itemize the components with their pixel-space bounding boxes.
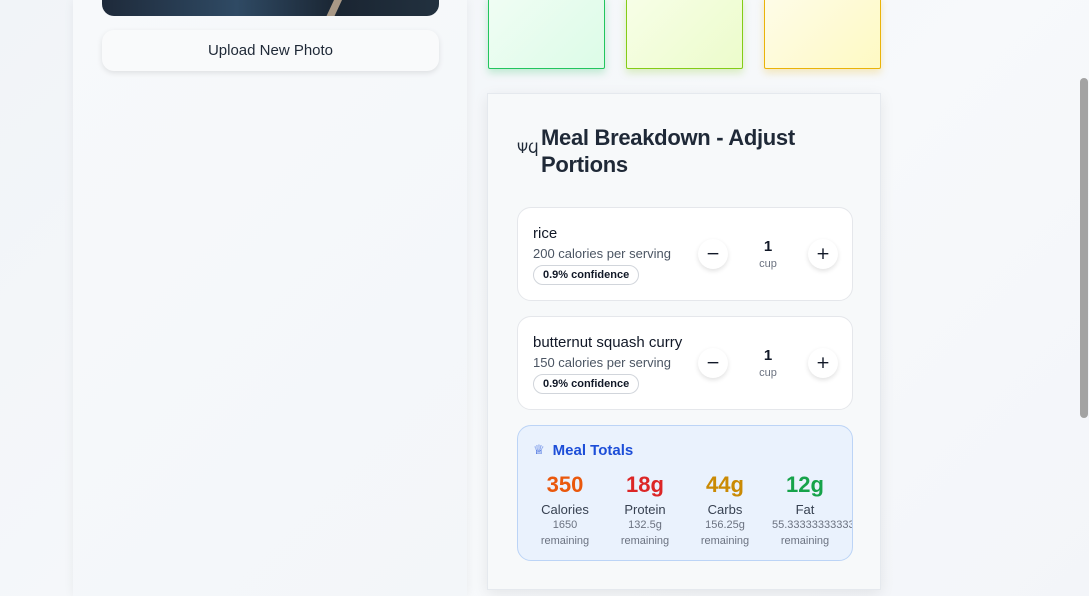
carbs-stat: 44g Carbs 156.25g remaining — [685, 472, 765, 549]
fat-label: Fat — [795, 502, 815, 517]
protein-stat: 18g Protein 132.5g remaining — [605, 472, 685, 549]
page-scrollbar[interactable] — [1079, 0, 1089, 596]
food-calories: 150 calories per serving — [533, 355, 672, 370]
calories-remaining: 1650 — [552, 519, 578, 531]
food-item-card: rice 200 calories per serving 0.9% confi… — [517, 207, 853, 301]
carbs-label: Carbs — [707, 502, 743, 517]
protein-label: Protein — [624, 502, 666, 517]
crown-icon: ♕ — [533, 443, 545, 458]
macro-card-lime — [626, 0, 743, 69]
decrease-portion-button[interactable]: − — [698, 239, 728, 269]
increase-portion-button[interactable]: + — [808, 348, 838, 378]
protein-value: 18g — [626, 472, 664, 497]
remaining-label: remaining — [620, 535, 670, 547]
scrollbar-thumb[interactable] — [1080, 78, 1088, 418]
remaining-label: remaining — [780, 535, 830, 547]
utensils-icon: ΨϤ — [517, 141, 539, 157]
carbs-value: 44g — [706, 472, 744, 497]
meal-totals-card: ♕ Meal Totals 350 Calories 1650 remainin… — [517, 425, 853, 561]
calories-value: 350 — [546, 472, 584, 497]
decrease-portion-button[interactable]: − — [698, 348, 728, 378]
food-name: rice — [533, 225, 558, 242]
portion-quantity: 1 — [763, 238, 773, 255]
food-item-card: butternut squash curry 150 calories per … — [517, 316, 853, 410]
increase-portion-button[interactable]: + — [808, 239, 838, 269]
calories-label: Calories — [541, 502, 589, 517]
macro-card-yellow — [764, 0, 881, 69]
macro-card-green — [488, 0, 605, 69]
fat-stat: 12g Fat 55.3333333333333g remaining — [765, 472, 852, 549]
confidence-badge: 0.9% confidence — [533, 265, 640, 285]
meal-title: Meal Breakdown - Adjust Portions — [541, 125, 795, 177]
fat-value: 12g — [786, 472, 824, 497]
meal-header: ΨϤ Meal Breakdown - Adjust Portions — [517, 124, 847, 178]
calories-stat: 350 Calories 1650 remaining — [525, 472, 605, 549]
remaining-label: remaining — [700, 535, 750, 547]
food-calories: 200 calories per serving — [533, 246, 672, 261]
carbs-remaining: 156.25g — [705, 519, 745, 531]
meal-totals-header: ♕ Meal Totals — [533, 442, 633, 459]
portion-quantity: 1 — [763, 347, 773, 364]
fat-remaining: 55.3333333333333g — [772, 519, 852, 531]
portion-unit: cup — [759, 258, 777, 270]
remaining-label: remaining — [540, 535, 590, 547]
confidence-badge: 0.9% confidence — [533, 374, 640, 394]
protein-remaining: 132.5g — [628, 519, 662, 531]
upload-photo-button[interactable]: Upload New Photo — [102, 30, 439, 71]
meal-totals-title: Meal Totals — [552, 442, 634, 459]
portion-unit: cup — [759, 367, 777, 379]
food-name: butternut squash curry — [533, 334, 683, 351]
meal-breakdown-panel: ΨϤ Meal Breakdown - Adjust Portions rice… — [487, 93, 881, 590]
photo-panel — [73, 0, 467, 596]
meal-photo — [102, 0, 439, 16]
